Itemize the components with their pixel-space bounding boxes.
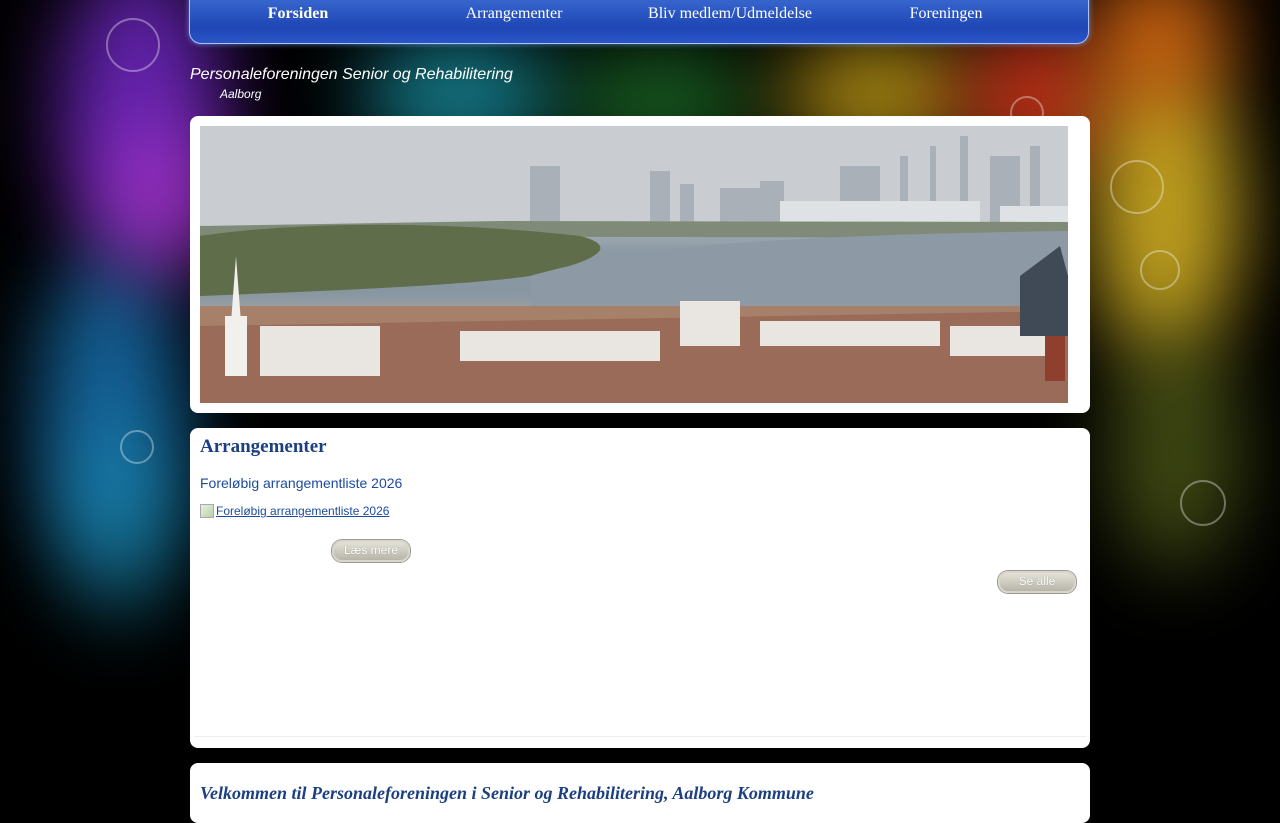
event-image-alt-text: Foreløbig arrangementliste 2026 [216,504,390,518]
event-image-link[interactable]: Foreløbig arrangementliste 2026 [200,504,389,518]
site-title: Personaleforeningen Senior og Rehabilite… [190,66,513,83]
see-all-button[interactable]: Se alle [998,571,1076,593]
nav-item-foreningen[interactable]: Foreningen [838,5,1054,23]
welcome-heading: Velkommen til Personaleforeningen i Seni… [200,783,814,803]
hero-photo [200,126,1068,403]
welcome-panel: Velkommen til Personaleforeningen i Seni… [190,763,1090,823]
broken-image-icon [200,504,214,518]
site-subtitle: Aalborg [220,87,262,101]
hero-panel [190,116,1090,413]
event-title-link[interactable]: Foreløbig arrangementliste 2026 [200,475,402,491]
events-panel: Arrangementer Foreløbig arrangementliste… [190,428,1090,748]
main-navigation: Forsiden Arrangementer Bliv medlem/Udmel… [189,0,1089,44]
nav-item-forsiden[interactable]: Forsiden [190,5,406,23]
nav-item-arrangementer[interactable]: Arrangementer [406,5,622,23]
nav-item-bliv-medlem[interactable]: Bliv medlem/Udmeldelse [622,5,838,23]
divider [194,736,1086,737]
read-more-button[interactable]: Læs mere [332,540,410,562]
events-heading: Arrangementer [200,436,327,457]
